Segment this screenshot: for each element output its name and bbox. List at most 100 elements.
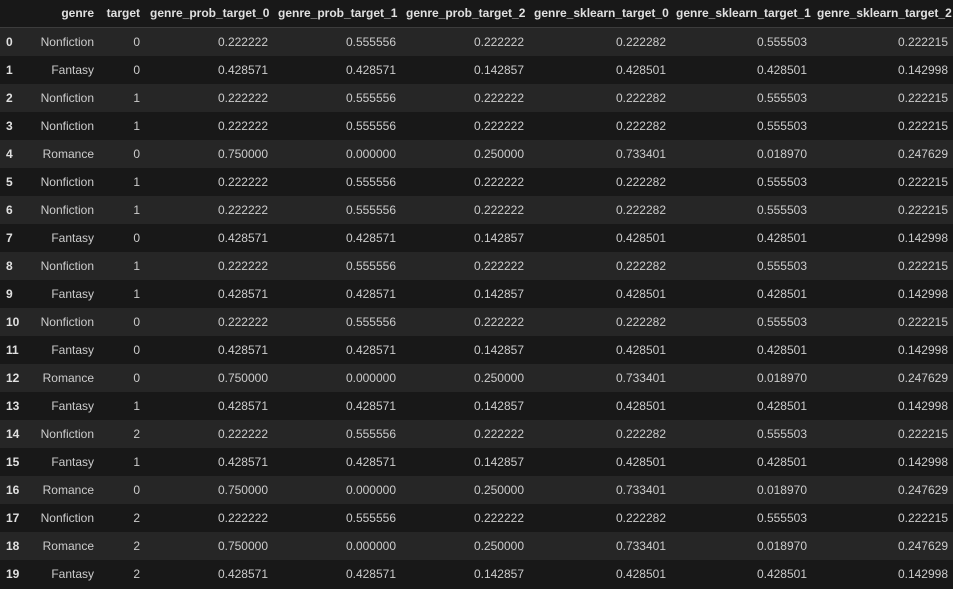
table-cell: 0.428501 bbox=[756, 231, 807, 245]
table-cell: 0 bbox=[133, 315, 140, 329]
table-cell: 0.018970 bbox=[756, 539, 807, 553]
table-cell: 0.250000 bbox=[473, 147, 524, 161]
table-cell: 0.555556 bbox=[345, 427, 396, 441]
table-cell: 0.142857 bbox=[473, 455, 524, 469]
table-cell: 0.555503 bbox=[756, 91, 807, 105]
table-cell: 2 bbox=[133, 539, 140, 553]
table-cell: 0.428501 bbox=[756, 343, 807, 357]
table-cell: 0.142857 bbox=[473, 63, 524, 77]
table-cell: 0.750000 bbox=[217, 147, 268, 161]
table-cell: 0.222282 bbox=[615, 427, 666, 441]
table-row: 17 Nonfiction 2 0.222222 0.555556 0.222222 0.2… bbox=[0, 504, 953, 532]
table-cell: 0.222215 bbox=[897, 91, 948, 105]
table-cell: 0.222215 bbox=[897, 511, 948, 525]
table-cell: 0.222215 bbox=[897, 203, 948, 217]
table-cell: 0.555556 bbox=[345, 175, 396, 189]
table-cell: 0.555503 bbox=[756, 259, 807, 273]
table-cell: 0.555556 bbox=[345, 119, 396, 133]
table-cell: 0.428571 bbox=[217, 63, 268, 77]
table-cell: 0.000000 bbox=[345, 147, 396, 161]
column-header: genre bbox=[30, 0, 99, 28]
table-row: 14 Nonfiction 2 0.222222 0.555556 0.222222 0.2… bbox=[0, 420, 953, 448]
table-cell: 0.428501 bbox=[615, 63, 666, 77]
row-index-cell: 0 bbox=[6, 35, 13, 49]
table-cell: 0.247629 bbox=[897, 371, 948, 385]
table-cell: 0.250000 bbox=[473, 483, 524, 497]
table-cell: 0 bbox=[133, 147, 140, 161]
table-cell: 0.222222 bbox=[473, 91, 524, 105]
table-cell: 0.555503 bbox=[756, 427, 807, 441]
table-cell: 1 bbox=[133, 119, 140, 133]
table-cell: 0.222222 bbox=[473, 511, 524, 525]
table-cell: Romance bbox=[42, 147, 94, 161]
dataframe-table: genre target genre_prob_target_0 genre_prob… bbox=[0, 0, 953, 588]
column-header: genre_sklearn_target_2 bbox=[812, 0, 953, 28]
table-cell: 0.222215 bbox=[897, 175, 948, 189]
table-cell: 0.733401 bbox=[615, 147, 666, 161]
table-cell: Fantasy bbox=[51, 399, 94, 413]
table-row: 13 Fantasy 1 0.428571 0.428571 0.142857 0.4285… bbox=[0, 392, 953, 420]
row-index-cell: 12 bbox=[6, 371, 20, 385]
table-cell: 0.555503 bbox=[756, 511, 807, 525]
table-cell: 0.142998 bbox=[897, 567, 948, 581]
row-index-cell: 4 bbox=[6, 147, 13, 161]
table-cell: 0.142857 bbox=[473, 399, 524, 413]
table-cell: 0.247629 bbox=[897, 539, 948, 553]
table-row: 0 Nonfiction 0 0.222222 0.555556 0.222222 0.22… bbox=[0, 27, 953, 56]
table-cell: 0.428571 bbox=[217, 399, 268, 413]
table-cell: 0.428571 bbox=[217, 231, 268, 245]
table-cell: 0.142857 bbox=[473, 287, 524, 301]
column-header: genre_prob_target_0 bbox=[145, 0, 273, 28]
table-cell: 0.222222 bbox=[217, 259, 268, 273]
table-cell: 0 bbox=[133, 371, 140, 385]
table-cell: 0.428571 bbox=[345, 287, 396, 301]
table-cell: Romance bbox=[42, 371, 94, 385]
table-cell: 0.222282 bbox=[615, 35, 666, 49]
table-row: 2 Nonfiction 1 0.222222 0.555556 0.222222 0.22… bbox=[0, 84, 953, 112]
row-index-cell: 7 bbox=[6, 231, 13, 245]
table-cell: 0.428571 bbox=[345, 455, 396, 469]
row-index-cell: 2 bbox=[6, 91, 13, 105]
table-cell: 0.000000 bbox=[345, 371, 396, 385]
table-cell: 0.428501 bbox=[615, 287, 666, 301]
table-cell: 0.428571 bbox=[217, 455, 268, 469]
table-cell: 0.222282 bbox=[615, 315, 666, 329]
table-cell: 0.222222 bbox=[217, 91, 268, 105]
table-row: 11 Fantasy 0 0.428571 0.428571 0.142857 0.4285… bbox=[0, 336, 953, 364]
column-header: genre_prob_target_2 bbox=[401, 0, 529, 28]
table-cell: 0 bbox=[133, 63, 140, 77]
table-cell: 0.222282 bbox=[615, 91, 666, 105]
table-cell: 0.222222 bbox=[473, 175, 524, 189]
table-cell: 0.222282 bbox=[615, 259, 666, 273]
table-cell: 0.750000 bbox=[217, 539, 268, 553]
table-cell: 0.555503 bbox=[756, 175, 807, 189]
row-index-cell: 14 bbox=[6, 427, 20, 441]
table-cell: 0.428571 bbox=[345, 567, 396, 581]
table-row: 15 Fantasy 1 0.428571 0.428571 0.142857 0.4285… bbox=[0, 448, 953, 476]
table-cell: 0.750000 bbox=[217, 483, 268, 497]
table-cell: 0.142857 bbox=[473, 567, 524, 581]
table-cell: Nonfiction bbox=[40, 35, 94, 49]
table-cell: Romance bbox=[42, 539, 94, 553]
table-cell: 0.555556 bbox=[345, 511, 396, 525]
table-row: 3 Nonfiction 1 0.222222 0.555556 0.222222 0.22… bbox=[0, 112, 953, 140]
table-cell: 0.250000 bbox=[473, 539, 524, 553]
table-cell: 0.142998 bbox=[897, 399, 948, 413]
table-cell: 0.428501 bbox=[615, 455, 666, 469]
table-cell: 0.750000 bbox=[217, 371, 268, 385]
table-cell: 1 bbox=[133, 259, 140, 273]
table-cell: 0.428501 bbox=[615, 343, 666, 357]
table-row: 19 Fantasy 2 0.428571 0.428571 0.142857 0.4285… bbox=[0, 560, 953, 588]
table-cell: 2 bbox=[133, 427, 140, 441]
table-row: 12 Romance 0 0.750000 0.000000 0.250000 0.7334… bbox=[0, 364, 953, 392]
table-cell: 0.222222 bbox=[473, 119, 524, 133]
index-header bbox=[0, 0, 30, 28]
table-cell: Fantasy bbox=[51, 231, 94, 245]
table-cell: 0.428501 bbox=[756, 287, 807, 301]
table-cell: 0 bbox=[133, 231, 140, 245]
table-cell: 1 bbox=[133, 399, 140, 413]
table-cell: 1 bbox=[133, 175, 140, 189]
table-cell: Nonfiction bbox=[40, 315, 94, 329]
row-index-cell: 6 bbox=[6, 203, 13, 217]
table-cell: 0.733401 bbox=[615, 371, 666, 385]
